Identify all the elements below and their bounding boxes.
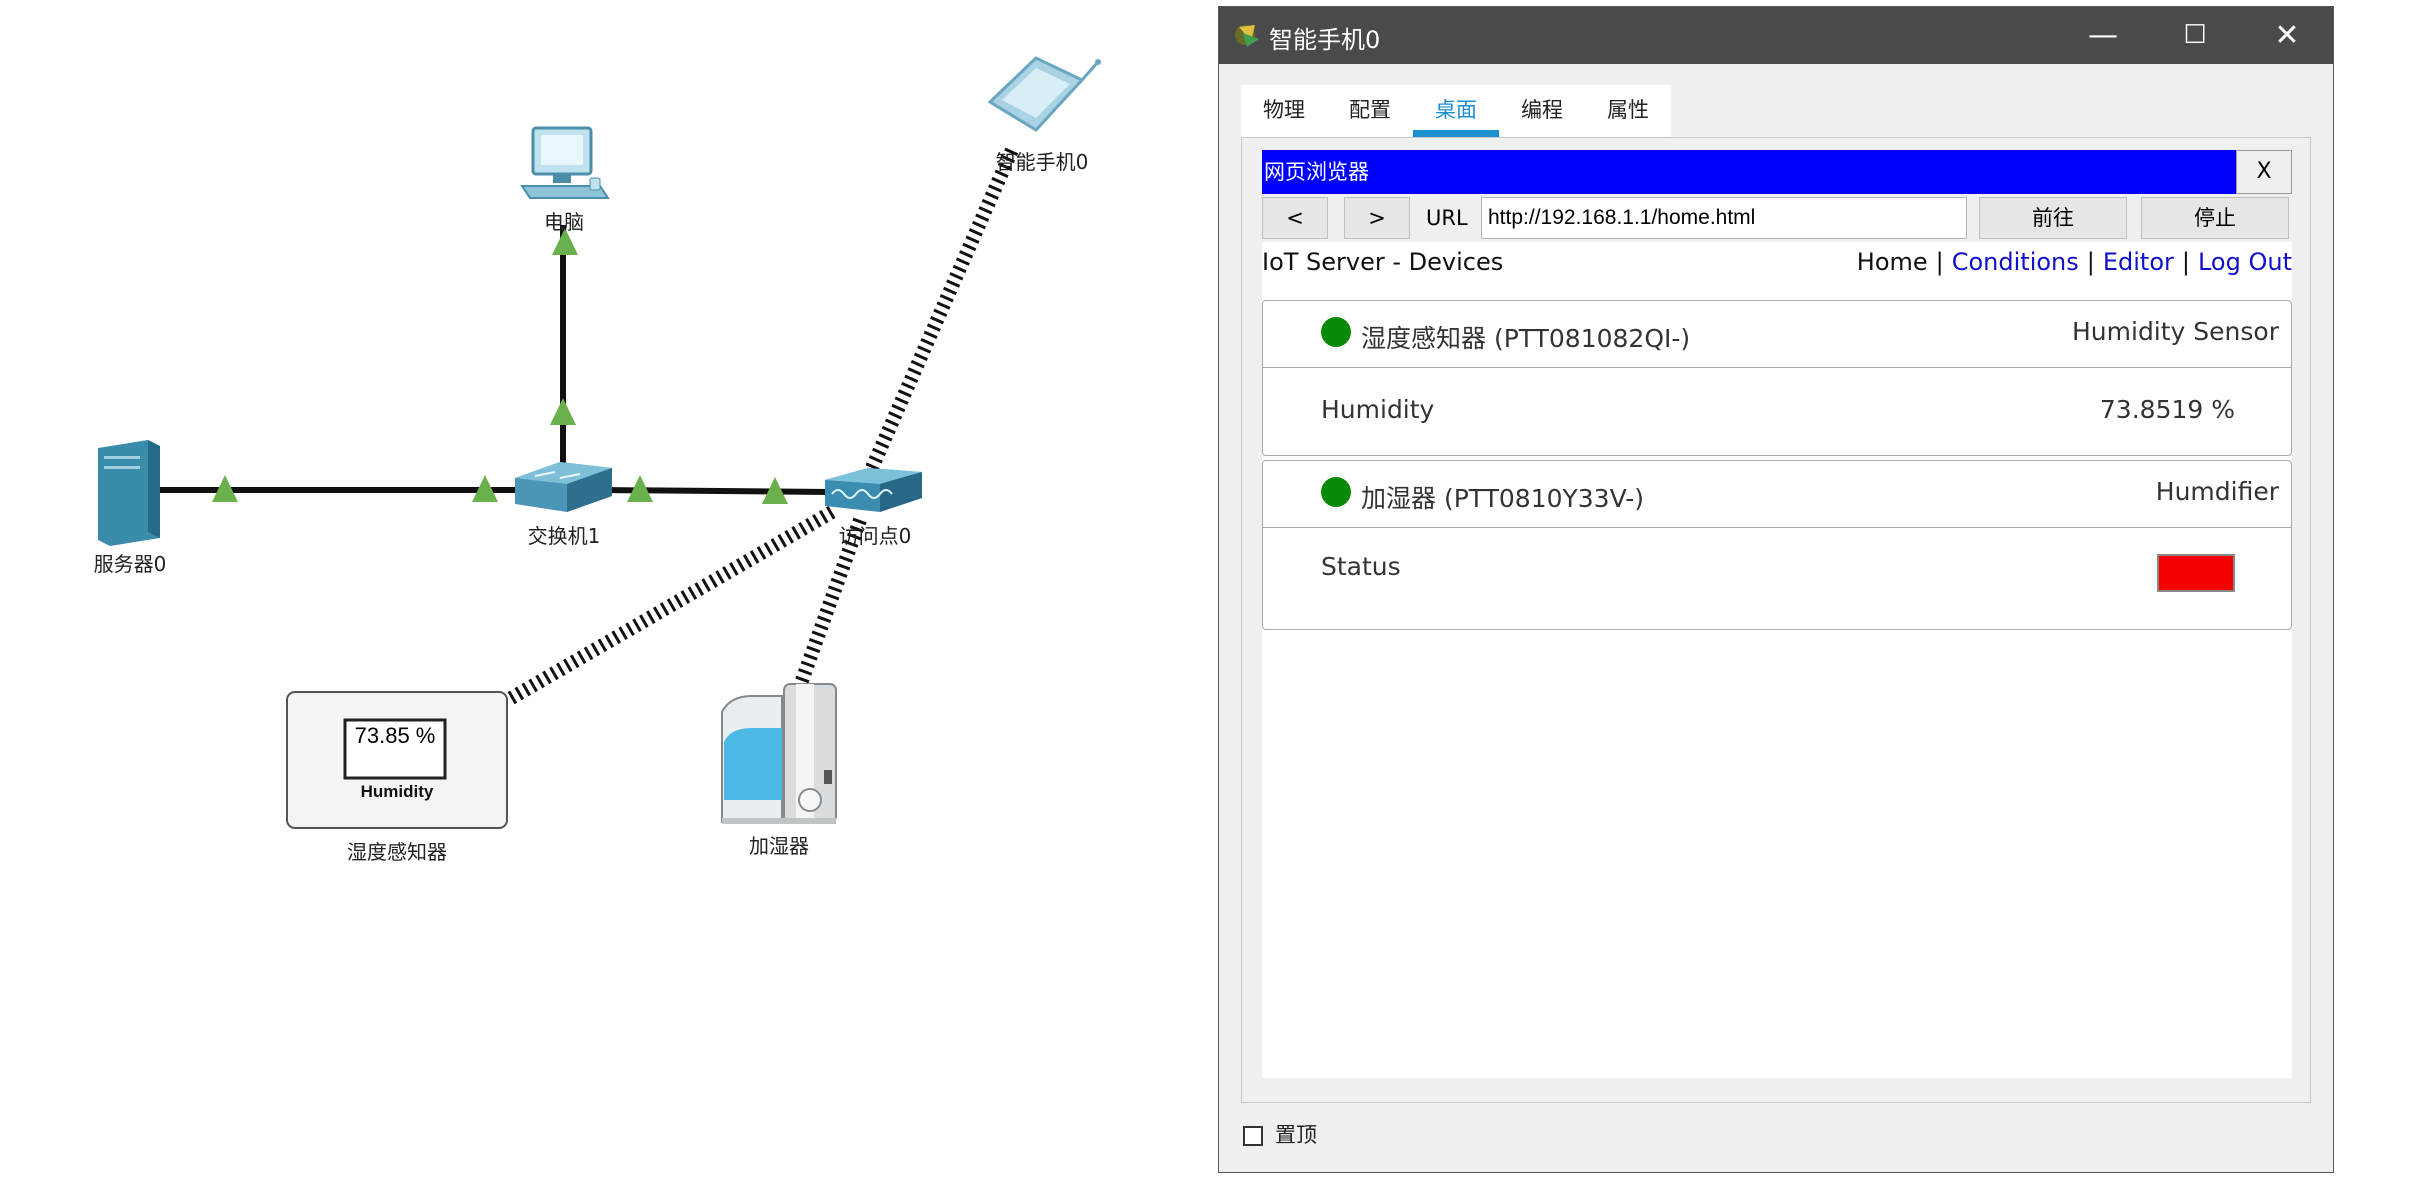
tab-bar: 物理 配置 桌面 编程 属性: [1241, 85, 1671, 137]
phone-label: 智能手机0: [995, 150, 1089, 174]
status-toggle[interactable]: [2157, 554, 2235, 592]
access-point-label: 访问点0: [838, 524, 912, 548]
device-card-header[interactable]: 湿度感知器 (PTT081082QI-) Humidity Sensor: [1263, 301, 2291, 368]
minimize-button[interactable]: —: [2057, 7, 2149, 64]
back-button[interactable]: <: [1262, 197, 1328, 239]
server-label: 服务器0: [93, 552, 167, 576]
window-titlebar[interactable]: 智能手机0 — ☐ ✕: [1219, 7, 2333, 64]
page-title: IoT Server - Devices: [1262, 248, 1504, 276]
minimize-icon: —: [2088, 18, 2118, 53]
nav-logout-link[interactable]: Log Out: [2198, 248, 2292, 276]
humidity-sensor-icon[interactable]: [286, 691, 508, 829]
browser-toolbar: < > URL 前往 停止: [1262, 194, 2292, 242]
app-icon: [1235, 25, 1259, 47]
pc-label: 电脑: [544, 210, 584, 234]
status-led-icon: [1321, 477, 1351, 507]
sensor-display-value: 73.85 %: [354, 723, 436, 748]
web-browser: 网页浏览器 X < > URL 前往 停止 IoT Server - Devic…: [1262, 150, 2292, 1078]
port-up-icon: [550, 398, 576, 425]
sensor-display: 73.85 %: [345, 720, 445, 752]
tab-config[interactable]: 配置: [1327, 85, 1413, 137]
tab-physical[interactable]: 物理: [1241, 85, 1327, 137]
stop-button[interactable]: 停止: [2141, 197, 2289, 239]
device-window: 智能手机0 — ☐ ✕ 物理配置桌面编程属性 网页浏览器 X < > URL 前…: [1218, 6, 2334, 1173]
field-label: Status: [1321, 552, 1401, 581]
humidity-value: 73.8519 %: [2099, 395, 2235, 424]
pin-label: 置顶: [1275, 1123, 1317, 1147]
nav-separator: |: [2181, 248, 2190, 276]
pc-icon[interactable]: [520, 126, 610, 199]
device-card-humidifier: 加湿器 (PTT0810Y33V-) Humdifier Status: [1262, 460, 2292, 630]
forward-button[interactable]: >: [1344, 197, 1410, 239]
close-button[interactable]: ✕: [2241, 7, 2333, 64]
humidifier-label: 加湿器: [749, 834, 809, 858]
maximize-icon: ☐: [2183, 20, 2207, 50]
url-label: URL: [1426, 206, 1468, 230]
sensor-display-label: Humidity: [360, 782, 434, 801]
humidity-sensor-label: 湿度感知器: [347, 840, 447, 864]
device-card-body: Status: [1263, 528, 2291, 628]
topology-canvas: [98, 56, 1101, 829]
browser-titlebar: 网页浏览器 X: [1262, 150, 2292, 194]
close-icon: ✕: [2274, 18, 2300, 53]
server-icon[interactable]: [98, 440, 160, 546]
tab-desktop[interactable]: 桌面: [1413, 85, 1499, 137]
switch-icon[interactable]: [515, 462, 612, 512]
maximize-button[interactable]: ☐: [2149, 7, 2241, 64]
tab-attributes[interactable]: 属性: [1585, 85, 1671, 137]
nav-home-link[interactable]: Home: [1857, 248, 1928, 276]
nav-separator: |: [2086, 248, 2095, 276]
nav-separator: |: [1935, 248, 1944, 276]
device-name: 加湿器 (PTT0810Y33V-): [1361, 484, 1644, 513]
access-point-icon[interactable]: [825, 468, 922, 512]
url-input[interactable]: [1481, 197, 1967, 239]
go-button[interactable]: 前往: [1979, 197, 2127, 239]
tab-programming[interactable]: 编程: [1499, 85, 1585, 137]
field-label: Humidity: [1321, 395, 1435, 424]
page-nav: Home | Conditions | Editor | Log Out: [1857, 248, 2292, 276]
pin-checkbox[interactable]: [1243, 1126, 1263, 1146]
window-title: 智能手机0: [1269, 26, 1381, 54]
browser-close-button[interactable]: X: [2236, 150, 2292, 194]
device-type: Humdifier: [2155, 477, 2279, 506]
device-name: 湿度感知器 (PTT081082QI-): [1361, 324, 1691, 353]
status-led-icon: [1321, 317, 1351, 347]
device-card-humidity-sensor: 湿度感知器 (PTT081082QI-) Humidity Sensor Hum…: [1262, 300, 2292, 456]
desktop-panel: 网页浏览器 X < > URL 前往 停止 IoT Server - Devic…: [1241, 137, 2311, 1103]
device-card-header[interactable]: 加湿器 (PTT0810Y33V-) Humdifier: [1263, 461, 2291, 528]
browser-title: 网页浏览器: [1264, 160, 1369, 184]
switch-label: 交换机1: [527, 524, 601, 548]
pin-on-top[interactable]: 置顶: [1243, 1119, 1317, 1149]
nav-editor-link[interactable]: Editor: [2103, 248, 2174, 276]
wireless-ap-phone: [865, 147, 1019, 471]
device-type: Humidity Sensor: [2072, 317, 2279, 346]
device-card-body: Humidity 73.8519 %: [1263, 368, 2291, 454]
nav-conditions-link[interactable]: Conditions: [1952, 248, 2079, 276]
humidifier-icon[interactable]: [721, 683, 837, 824]
phone-icon[interactable]: [987, 56, 1101, 132]
